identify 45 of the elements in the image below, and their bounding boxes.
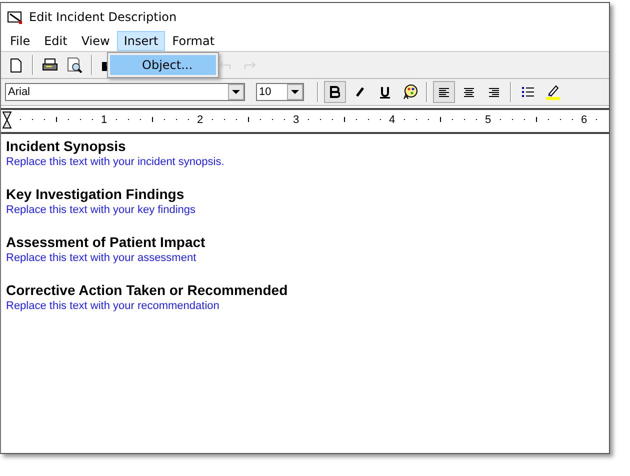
- ruler-number: 4: [388, 114, 396, 126]
- section-heading: Assessment of Patient Impact: [6, 234, 206, 251]
- indent-marker-icon: [2, 111, 12, 129]
- redo-icon: [243, 60, 257, 70]
- ruler-number: 3: [292, 114, 300, 126]
- ruler-number: 5: [484, 114, 492, 126]
- dropdown-button[interactable]: [287, 84, 303, 100]
- section-heading: Incident Synopsis: [6, 138, 127, 155]
- menu-option[interactable]: Object...: [110, 55, 216, 75]
- undo-icon: [218, 60, 232, 70]
- bold-button[interactable]: [324, 81, 346, 103]
- palette-icon: [402, 84, 418, 100]
- highlighter-icon: [545, 84, 561, 100]
- placeholder-text: Replace this text with your incident synopsis.: [6, 155, 226, 169]
- new-document-icon: [10, 58, 22, 72]
- section-heading: Key Investigation Findings: [6, 186, 186, 203]
- ruler-number: 1: [100, 114, 108, 126]
- menu-item[interactable]: Insert: [116, 31, 166, 51]
- menu-item[interactable]: Edit: [37, 31, 74, 51]
- placeholder-text: Replace this text with your key findings: [6, 203, 197, 217]
- menu-item[interactable]: View: [74, 31, 117, 51]
- section-heading: Corrective Action Taken or Recommended: [6, 282, 289, 299]
- ruler-number: 6: [580, 114, 588, 126]
- italic-icon: [354, 86, 366, 98]
- window-title: Edit Incident Description: [29, 10, 177, 24]
- align-right-icon: [488, 86, 500, 98]
- printer-icon: [42, 58, 58, 72]
- pencil-document-icon: [7, 10, 23, 24]
- underline-icon: [380, 86, 390, 98]
- caret-icon: [291, 90, 299, 94]
- dropdown-button[interactable]: [228, 84, 244, 100]
- ruler-number: 2: [196, 114, 204, 126]
- bullet-list-icon: [521, 86, 535, 98]
- menu-item[interactable]: File: [3, 31, 38, 51]
- align-left-button[interactable]: [433, 81, 455, 103]
- size-combo[interactable]: 10: [256, 83, 304, 101]
- magnifier-page-icon: [67, 57, 83, 73]
- align-left-icon: [438, 86, 450, 98]
- align-center-icon: [463, 86, 475, 98]
- font-combo[interactable]: Arial: [5, 83, 245, 101]
- bold-icon: [330, 86, 340, 98]
- placeholder-text: Replace this text with your assessment: [6, 251, 198, 265]
- placeholder-text: Replace this text with your recommendation: [6, 299, 220, 313]
- caret-icon: [232, 90, 240, 94]
- menu-item[interactable]: Format: [165, 31, 222, 51]
